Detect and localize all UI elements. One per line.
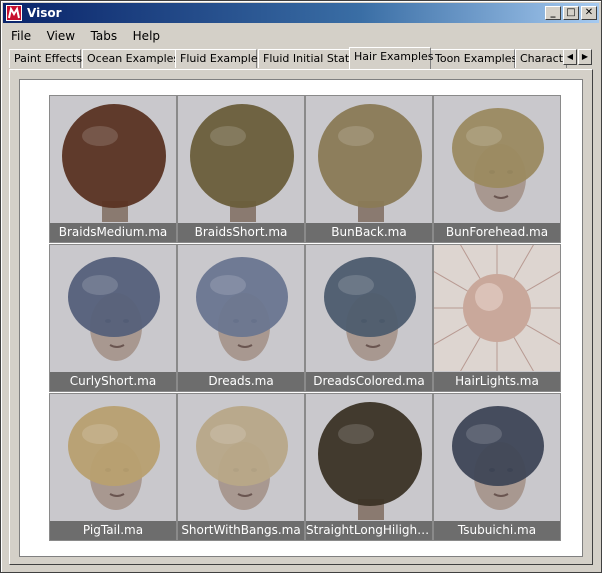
thumbnail-label: Dreads.ma (178, 372, 304, 391)
menu-bar: File View Tabs Help (5, 27, 166, 45)
thumbnail-item[interactable]: Dreads.ma (177, 244, 305, 392)
thumbnail-preview-image (178, 96, 304, 222)
thumbnail-item[interactable]: BunForehead.ma (433, 95, 561, 243)
tab-scroll-right-button[interactable]: ▶ (578, 49, 592, 65)
maximize-icon: □ (566, 7, 576, 18)
menu-view[interactable]: View (41, 27, 81, 43)
thumbnail-item[interactable]: PigTail.ma (49, 393, 177, 541)
maya-app-icon[interactable] (6, 5, 22, 21)
close-button[interactable]: ✕ (581, 6, 597, 20)
thumbnail-label: HairLights.ma (434, 372, 560, 391)
tab-ocean-examples[interactable]: Ocean Examples (82, 49, 179, 68)
tab-scroll-left-button[interactable]: ◀ (563, 49, 577, 65)
thumbnail-item[interactable]: DreadsColored.ma (305, 244, 433, 392)
thumbnail-preview-image (50, 96, 176, 222)
tab-characters[interactable]: Characte (515, 49, 567, 68)
tab-fluid-examples[interactable]: Fluid Examples (175, 49, 263, 68)
thumbnail-label: BunBack.ma (306, 223, 432, 242)
menu-tabs[interactable]: Tabs (85, 27, 124, 43)
thumbnail-item[interactable]: CurlyShort.ma (49, 244, 177, 392)
tab-toon-examples[interactable]: Toon Examples (430, 49, 517, 68)
thumbnail-preview-image (50, 245, 176, 371)
thumbnail-item[interactable]: Tsubuichi.ma (433, 393, 561, 541)
thumbnail-preview-image (306, 394, 432, 520)
tab-hair-examples[interactable]: Hair Examples (349, 47, 434, 69)
thumbnail-grid: BraidsMedium.ma BraidsShort.ma BunBack.ma B… (49, 95, 562, 542)
window-title: Visor (27, 6, 62, 20)
thumbnail-item[interactable]: BraidsMedium.ma (49, 95, 177, 243)
thumbnail-preview-image (434, 245, 560, 371)
thumbnail-label: PigTail.ma (50, 521, 176, 540)
thumbnail-preview-image (178, 245, 304, 371)
thumbnail-label: ShortWithBangs.ma (178, 521, 304, 540)
thumbnail-preview-image (434, 394, 560, 520)
arrow-left-icon: ◀ (566, 52, 574, 61)
arrow-right-icon: ▶ (581, 52, 589, 61)
thumbnail-label: CurlyShort.ma (50, 372, 176, 391)
visor-window: Visor _ □ ✕ File View Tabs Help Paint Ef… (0, 0, 602, 573)
thumbnail-view: BraidsMedium.ma BraidsShort.ma BunBack.ma B… (19, 79, 583, 557)
thumbnail-label: StraightLongHilight.... (306, 521, 432, 540)
title-bar[interactable]: Visor _ □ ✕ (3, 3, 599, 23)
thumbnail-label: BunForehead.ma (434, 223, 560, 242)
thumbnail-preview-image (306, 245, 432, 371)
tab-fluid-initial-states[interactable]: Fluid Initial States (258, 49, 362, 68)
thumbnail-item[interactable]: BunBack.ma (305, 95, 433, 243)
minimize-button[interactable]: _ (545, 6, 561, 20)
menu-file[interactable]: File (5, 27, 37, 43)
thumbnail-preview-image (178, 394, 304, 520)
thumbnail-item[interactable]: BraidsShort.ma (177, 95, 305, 243)
maximize-button[interactable]: □ (563, 6, 579, 20)
thumbnail-preview-image (434, 96, 560, 222)
tab-paint-effects[interactable]: Paint Effects (9, 49, 82, 68)
minimize-icon: _ (550, 7, 556, 18)
thumbnail-item[interactable]: HairLights.ma (433, 244, 561, 392)
thumbnail-label: BraidsShort.ma (178, 223, 304, 242)
thumbnail-item[interactable]: StraightLongHilight.... (305, 393, 433, 541)
thumbnail-label: Tsubuichi.ma (434, 521, 560, 540)
menu-help[interactable]: Help (127, 27, 166, 43)
thumbnail-preview-image (50, 394, 176, 520)
thumbnail-item[interactable]: ShortWithBangs.ma (177, 393, 305, 541)
thumbnail-label: DreadsColored.ma (306, 372, 432, 391)
thumbnail-preview-image (306, 96, 432, 222)
close-icon: ✕ (584, 7, 594, 18)
thumbnail-label: BraidsMedium.ma (50, 223, 176, 242)
tab-strip: Paint Effects Ocean Examples Fluid Examp… (9, 47, 593, 69)
